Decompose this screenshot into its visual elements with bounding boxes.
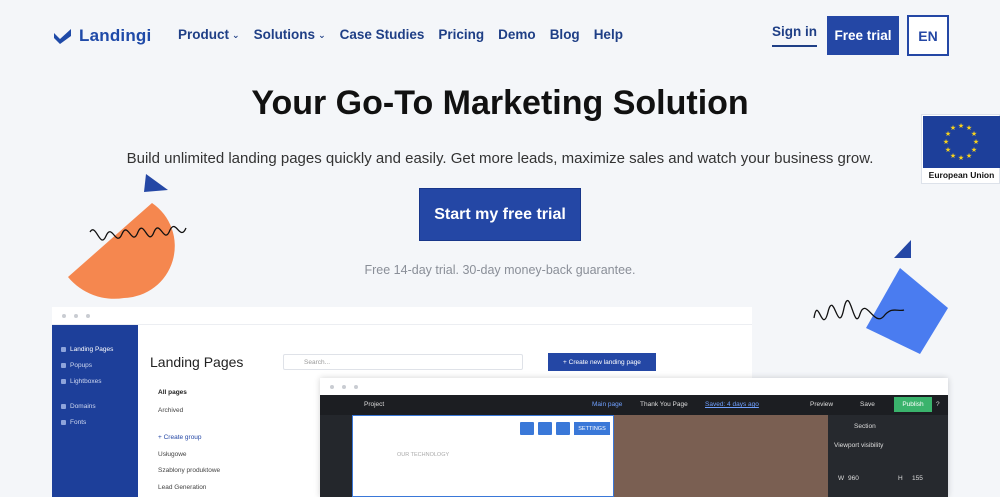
globe-icon	[61, 404, 66, 409]
create-landing-page-button[interactable]: + Create new landing page	[548, 353, 656, 371]
svg-text:★: ★	[971, 130, 977, 138]
window-dot	[330, 385, 334, 389]
panel-title: Section	[854, 423, 876, 430]
editor-screenshot: Project Main page Thank You Page Saved: …	[320, 378, 948, 497]
search-input[interactable]: Search...	[283, 354, 523, 370]
svg-text:★: ★	[958, 154, 964, 162]
group-filter-panel: All pages Archived + Create group Usługo…	[138, 373, 264, 497]
free-trial-button[interactable]: Free trial	[827, 16, 899, 55]
editor-canvas[interactable]: SETTINGS OUR TECHNOLOGY	[352, 415, 614, 497]
eu-badge[interactable]: ★ ★ ★ ★ ★ ★ ★ ★ ★ ★ ★ ★ European Union	[921, 114, 1000, 184]
orange-half-circle	[68, 203, 175, 299]
group-item[interactable]: Lead Generation	[158, 484, 206, 491]
decorative-shapes-right	[813, 240, 948, 354]
window-dot	[354, 385, 358, 389]
menu-item-pricing[interactable]: Pricing	[438, 27, 484, 42]
window-dot	[62, 314, 66, 318]
editor-toolbar: Project Main page Thank You Page Saved: …	[320, 395, 948, 415]
window-dot	[86, 314, 90, 318]
sign-in-link[interactable]: Sign in	[772, 24, 817, 47]
window-bar	[320, 378, 948, 395]
main-menu: Product ⌄ Solutions ⌄ Case Studies Pricing…	[178, 27, 637, 42]
app-sidebar: Landing Pages Popups Lightboxes Domains …	[52, 325, 138, 497]
menu-item-blog[interactable]: Blog	[550, 27, 580, 42]
section-label: OUR TECHNOLOGY	[397, 452, 450, 458]
save-button[interactable]: Save	[860, 401, 875, 408]
svg-text:★: ★	[945, 146, 951, 154]
svg-text:★: ★	[943, 138, 949, 146]
page-icon	[61, 347, 66, 352]
start-free-trial-button[interactable]: Start my free trial	[419, 188, 581, 241]
window-bar	[52, 307, 752, 325]
font-icon	[61, 420, 66, 425]
eu-flag-icon: ★ ★ ★ ★ ★ ★ ★ ★ ★ ★ ★ ★	[923, 116, 1000, 168]
menu-item-demo[interactable]: Demo	[498, 27, 536, 42]
width-label: W	[838, 475, 845, 482]
publish-button[interactable]: Publish	[894, 397, 932, 412]
group-item[interactable]: Usługowe	[158, 451, 187, 458]
logo[interactable]: Landingi	[53, 26, 151, 46]
hero-title: Your Go-To Marketing Solution	[251, 84, 749, 122]
svg-text:★: ★	[973, 138, 979, 146]
filter-all-pages[interactable]: All pages	[158, 389, 187, 396]
width-field[interactable]: 960	[848, 475, 859, 482]
logo-text: Landingi	[79, 26, 152, 45]
sidebar-item-fonts[interactable]: Fonts	[61, 419, 86, 426]
project-menu[interactable]: Project	[364, 401, 384, 408]
svg-text:★: ★	[958, 122, 964, 130]
triangle-shape	[894, 240, 911, 258]
top-nav: Landingi Product ⌄ Solutions ⌄ Case Studie…	[0, 0, 1000, 70]
menu-item-product[interactable]: Product ⌄	[178, 27, 240, 42]
language-button[interactable]: EN	[907, 15, 949, 56]
hero-photo	[614, 415, 828, 497]
tab-main-page[interactable]: Main page	[592, 401, 622, 408]
window-dot	[342, 385, 346, 389]
duplicate-icon[interactable]	[520, 422, 534, 435]
tab-thank-you-page[interactable]: Thank You Page	[640, 401, 688, 408]
editor-properties-panel: Section Viewport visibility W 960 H 155	[828, 415, 948, 497]
chevron-down-icon: ⌄	[232, 30, 240, 40]
preview-button[interactable]: Preview	[810, 401, 833, 408]
help-icon[interactable]: ?	[936, 401, 940, 408]
blue-square-shape	[866, 268, 948, 354]
svg-text:★: ★	[966, 152, 972, 160]
element-toolbar: SETTINGS	[520, 422, 610, 435]
sidebar-item-landing-pages[interactable]: Landing Pages	[61, 346, 113, 353]
popup-icon	[61, 363, 66, 368]
triangle-shape	[144, 174, 168, 192]
menu-item-help[interactable]: Help	[594, 27, 623, 42]
trial-note: Free 14-day trial. 30-day money-back gua…	[364, 263, 636, 277]
svg-text:★: ★	[950, 124, 956, 132]
sidebar-item-lightboxes[interactable]: Lightboxes	[61, 378, 101, 385]
decorative-shapes-left	[68, 174, 187, 299]
eu-badge-label: European Union	[928, 170, 995, 180]
editor-left-tools	[320, 415, 352, 497]
chevron-down-icon: ⌄	[318, 30, 326, 40]
window-dot	[74, 314, 78, 318]
viewport-label: Viewport visibility	[834, 442, 884, 449]
create-group-link[interactable]: + Create group	[158, 434, 202, 441]
hero-subtitle: Build unlimited landing pages quickly an…	[126, 150, 874, 167]
sidebar-item-domains[interactable]: Domains	[61, 403, 96, 410]
delete-icon[interactable]	[556, 422, 570, 435]
filter-archived[interactable]: Archived	[158, 407, 183, 414]
lightbox-icon	[61, 379, 66, 384]
menu-item-case-studies[interactable]: Case Studies	[340, 27, 425, 42]
settings-button[interactable]: SETTINGS	[574, 422, 610, 435]
comment-icon[interactable]	[538, 422, 552, 435]
group-item[interactable]: Szablony produktowe	[158, 467, 220, 474]
page-title: Landing Pages	[150, 354, 244, 370]
height-label: H	[898, 475, 903, 482]
menu-item-solutions[interactable]: Solutions ⌄	[254, 27, 326, 42]
logo-icon	[54, 29, 71, 44]
height-field[interactable]: 155	[912, 475, 923, 482]
sidebar-item-popups[interactable]: Popups	[61, 362, 92, 369]
saved-status: Saved: 4 days ago	[705, 401, 759, 408]
